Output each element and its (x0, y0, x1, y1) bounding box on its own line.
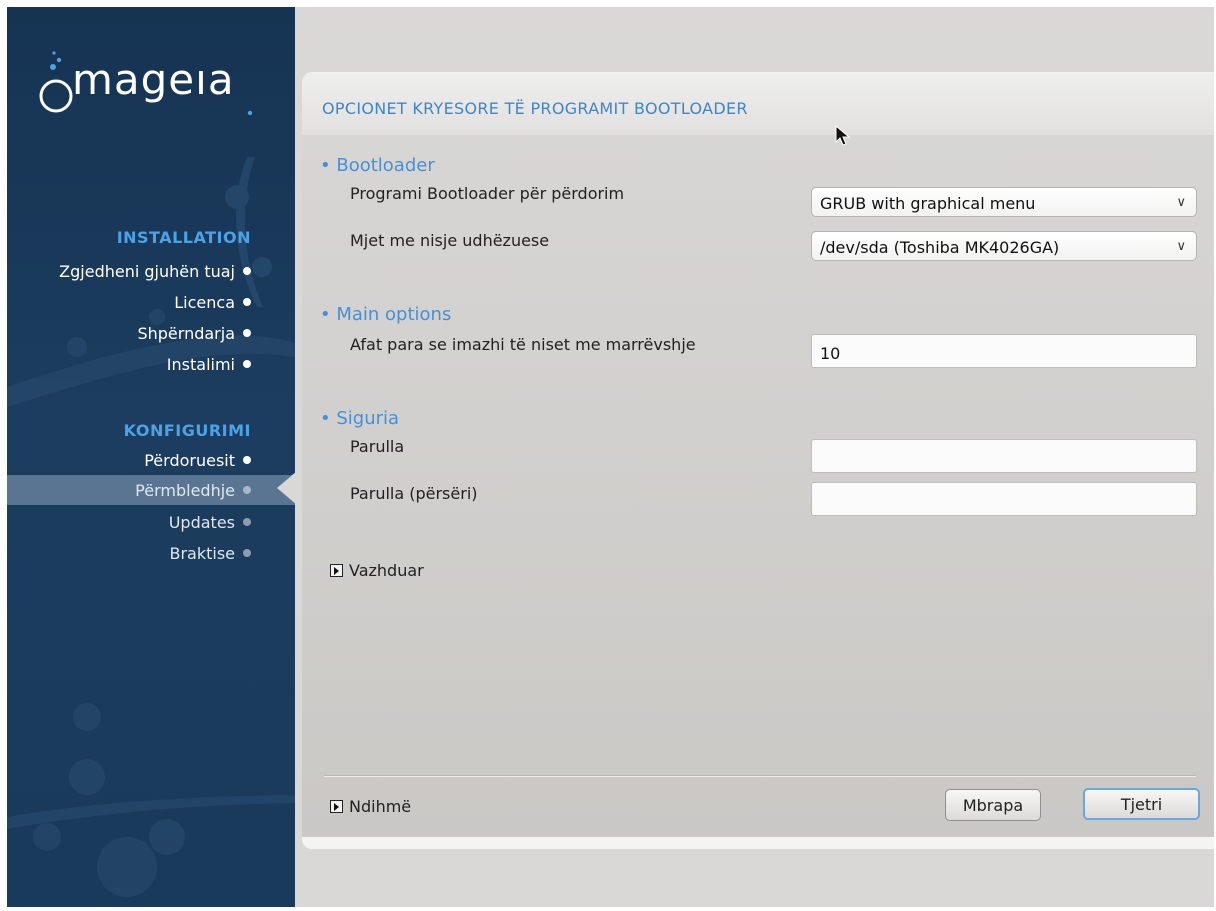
sidebar-item-users: Përdoruesit (7, 445, 295, 475)
sidebar-item-summary: Përmbledhje (7, 475, 295, 505)
password-input[interactable] (811, 439, 1197, 473)
section-installation: INSTALLATION (116, 228, 251, 247)
group-heading-security: • Siguria (320, 408, 400, 429)
sidebar-item-label: Përdoruesit (144, 450, 235, 470)
status-dot-icon (243, 360, 251, 368)
logo-text: mageıa (72, 55, 235, 104)
sidebar-item-label: Licenca (174, 292, 235, 312)
sidebar-item-updates: Updates (7, 507, 295, 537)
sidebar-item-partitioning: Shpërndarja (7, 318, 295, 348)
next-button[interactable]: Tjetri (1083, 788, 1200, 820)
sidebar-item-exit: Braktise (7, 538, 295, 568)
active-step-pointer-icon (277, 471, 297, 505)
status-dot-icon (243, 518, 251, 526)
expander-arrow-icon (330, 800, 343, 813)
bootloader-select[interactable]: GRUB with graphical menu ∨ (811, 187, 1197, 217)
sidebar: mageıa INSTALLATION Zgjedheni gjuhën tua… (7, 7, 295, 907)
page-title: OPCIONET KRYESORE TË PROGRAMIT BOOTLOADE… (322, 99, 748, 118)
sidebar-item-label: Zgjedheni gjuhën tuaj (59, 261, 235, 281)
sidebar-item-label: Braktise (169, 543, 235, 563)
timeout-label: Afat para se imazhi të niset me marrëvsh… (350, 335, 696, 354)
bootloader-label: Programi Bootloader për përdorim (350, 184, 625, 203)
password-again-label: Parulla (përsëri) (350, 484, 478, 503)
back-button[interactable]: Mbrapa (945, 789, 1041, 821)
timeout-input[interactable]: 10 (811, 334, 1197, 368)
status-dot-icon (243, 267, 251, 275)
boot-device-select-value: /dev/sda (Toshiba MK4026GA) (820, 238, 1060, 257)
boot-device-label: Mjet me nisje udhëzuese (350, 231, 550, 250)
sidebar-item-label: Instalimi (166, 354, 235, 374)
mouse-pointer-icon (835, 125, 851, 146)
sidebar-item-installing: Instalimi (7, 349, 295, 379)
boot-device-select[interactable]: /dev/sda (Toshiba MK4026GA) ∨ (811, 231, 1197, 261)
status-dot-icon (243, 456, 251, 464)
title-bar: OPCIONET KRYESORE TË PROGRAMIT BOOTLOADE… (302, 73, 1214, 135)
advanced-expander[interactable]: Vazhduar (330, 561, 424, 580)
sidebar-item-label: Updates (168, 512, 235, 532)
section-configuration: KONFIGURIMI (123, 421, 251, 440)
password-label: Parulla (350, 437, 405, 456)
status-dot-icon (243, 549, 251, 557)
group-heading-main-options: • Main options (320, 304, 452, 325)
chevron-down-icon: ∨ (1176, 239, 1186, 254)
sidebar-item-language: Zgjedheni gjuhën tuaj (7, 256, 295, 286)
panel-bottom-edge (302, 837, 1214, 849)
sidebar-item-label: Shpërndarja (137, 323, 235, 343)
timeout-input-value: 10 (820, 344, 841, 363)
status-dot-icon (243, 298, 251, 306)
chevron-down-icon: ∨ (1176, 195, 1186, 210)
divider (324, 775, 1196, 777)
sidebar-item-label: Përmbledhje (135, 480, 235, 500)
status-dot-icon (243, 329, 251, 337)
group-heading-bootloader: • Bootloader (320, 155, 435, 176)
help-label: Ndihmë (349, 797, 412, 816)
bootloader-select-value: GRUB with graphical menu (820, 194, 1036, 213)
expander-arrow-icon (330, 564, 343, 577)
status-dot-icon (243, 486, 251, 494)
sidebar-item-license: Licenca (7, 287, 295, 317)
password-again-input[interactable] (811, 482, 1197, 516)
main-panel: OPCIONET KRYESORE TË PROGRAMIT BOOTLOADE… (302, 72, 1214, 849)
advanced-label: Vazhduar (349, 561, 424, 580)
help-expander[interactable]: Ndihmë (330, 797, 411, 816)
installer-window: mageıa INSTALLATION Zgjedheni gjuhën tua… (7, 7, 1214, 907)
